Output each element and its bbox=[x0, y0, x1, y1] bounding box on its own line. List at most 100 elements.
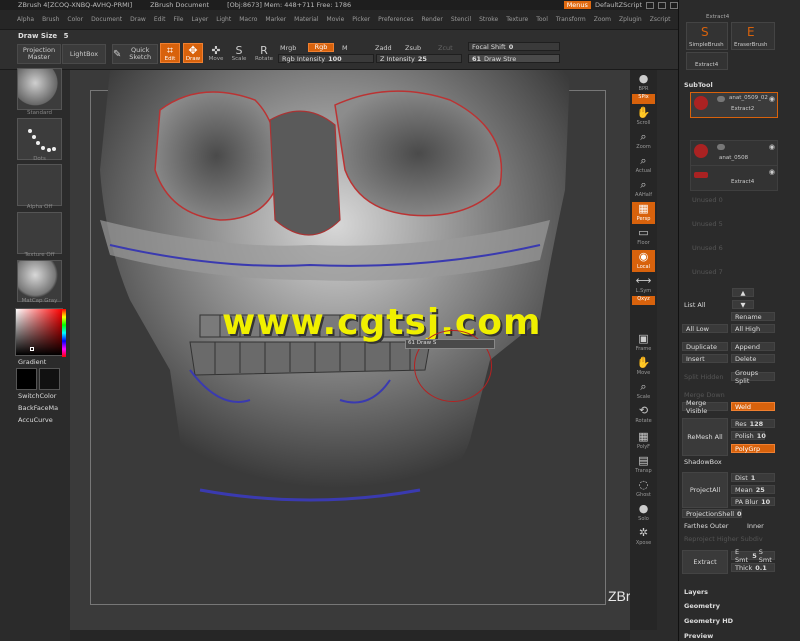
transp-button[interactable]: ▤ Transp bbox=[632, 454, 655, 476]
focal-shift-slider[interactable]: Focal Shift 0 bbox=[468, 42, 560, 51]
menu-layer[interactable]: Layer bbox=[192, 16, 209, 23]
menu-picker[interactable]: Picker bbox=[352, 16, 370, 23]
persp-button[interactable]: ▦ Persp bbox=[632, 202, 655, 224]
polish-slider[interactable]: Polish 10 bbox=[731, 431, 766, 440]
menu-render[interactable]: Render bbox=[421, 16, 442, 23]
menu-zscript[interactable]: Zscript bbox=[650, 16, 671, 23]
res-slider[interactable]: Res 128 bbox=[731, 419, 775, 428]
move-mode-button[interactable]: ✜ Move bbox=[206, 43, 226, 63]
layers-panel-header[interactable]: Layers bbox=[684, 588, 708, 596]
accucurve-button[interactable]: AccuCurve bbox=[18, 416, 53, 424]
menu-alpha[interactable]: Alpha bbox=[17, 16, 34, 23]
duplicate-button[interactable]: Duplicate bbox=[682, 342, 728, 351]
menu-draw[interactable]: Draw bbox=[130, 16, 146, 23]
farthest-outer-button[interactable]: Farthes Outer bbox=[684, 522, 728, 530]
xyz-button[interactable]: Qxyz bbox=[632, 296, 655, 305]
subtool-item[interactable]: anat_0509_02 Extract2 ◉ bbox=[690, 92, 778, 118]
aahalf-button[interactable]: ⌕ AAHalf bbox=[632, 178, 655, 200]
menu-texture[interactable]: Texture bbox=[506, 16, 528, 23]
scale-view-button[interactable]: ⌕ Scale bbox=[632, 380, 655, 402]
stroke-selector[interactable] bbox=[17, 118, 62, 160]
eraserbrush-thumb[interactable]: E EraserBrush bbox=[731, 22, 775, 50]
material-selector[interactable] bbox=[17, 260, 62, 302]
projectionshell-slider[interactable]: ProjectionShell 0 bbox=[682, 509, 742, 518]
bpr-button[interactable]: ● BPR bbox=[632, 72, 655, 94]
draw-mode-button[interactable]: ✥ Draw bbox=[183, 43, 203, 63]
extract4-thumb[interactable]: Extract4 bbox=[686, 52, 728, 70]
extract-button[interactable]: Extract bbox=[682, 550, 728, 574]
preview-panel-header[interactable]: Preview bbox=[684, 632, 713, 640]
geometry-hd-panel-header[interactable]: Geometry HD bbox=[684, 617, 733, 625]
backface-mask-button[interactable]: BackFaceMa bbox=[18, 404, 58, 412]
subtool-toggle[interactable] bbox=[717, 96, 725, 102]
maximize-button[interactable] bbox=[658, 1, 666, 9]
pa-blur-slider[interactable]: PA Blur 10 bbox=[731, 497, 775, 506]
bottom-tray-toggle[interactable] bbox=[70, 630, 630, 641]
mean-slider[interactable]: Mean 25 bbox=[731, 485, 775, 494]
gradient-label[interactable]: Gradient bbox=[18, 358, 46, 366]
brush-selector[interactable] bbox=[17, 68, 62, 110]
rgb-button[interactable]: Rgb bbox=[308, 43, 334, 52]
eye-icon[interactable]: ◉ bbox=[769, 95, 775, 103]
list-all-button[interactable]: List All bbox=[684, 301, 706, 309]
shadowbox-button[interactable]: ShadowBox bbox=[684, 458, 722, 466]
menu-zoom[interactable]: Zoom bbox=[594, 16, 611, 23]
xpose-button[interactable]: ✲ Xpose bbox=[632, 526, 655, 548]
eye-icon[interactable]: ◉ bbox=[769, 168, 775, 176]
weld-button[interactable]: Weld bbox=[731, 402, 775, 411]
secondary-color-swatch[interactable] bbox=[39, 368, 60, 390]
move-up-button[interactable]: ▲ bbox=[732, 288, 754, 297]
texture-selector[interactable] bbox=[17, 212, 62, 254]
lightbox-button[interactable]: LightBox bbox=[62, 44, 106, 64]
all-low-button[interactable]: All Low bbox=[682, 324, 728, 333]
menu-macro[interactable]: Macro bbox=[239, 16, 257, 23]
merge-visible-button[interactable]: Merge Visible bbox=[682, 399, 728, 415]
zadd-button[interactable]: Zadd bbox=[375, 44, 392, 52]
rotate-mode-button[interactable]: R Rotate bbox=[254, 43, 274, 63]
split-hidden-button[interactable]: Split Hidden bbox=[684, 373, 724, 381]
smooth-sliders[interactable]: E Smt 5 S Smt bbox=[731, 548, 775, 564]
draw-size-slider[interactable]: Draw Size 5 bbox=[18, 32, 68, 40]
remesh-all-button[interactable]: ReMesh All bbox=[682, 418, 728, 456]
subtool-toggle[interactable] bbox=[717, 144, 725, 150]
switchcolor-button[interactable]: SwitchColor bbox=[18, 392, 56, 400]
menu-tool[interactable]: Tool bbox=[536, 16, 548, 23]
menu-document[interactable]: Document bbox=[91, 16, 122, 23]
subtool-item[interactable]: Extract4 ◉ bbox=[690, 165, 778, 191]
menu-stencil[interactable]: Stencil bbox=[451, 16, 471, 23]
rotate-view-button[interactable]: ⟲ Rotate bbox=[632, 404, 655, 426]
rename-button[interactable]: Rename bbox=[731, 312, 775, 321]
frame-button[interactable]: ▣ Frame bbox=[632, 332, 655, 354]
menu-zplugin[interactable]: Zplugin bbox=[619, 16, 642, 23]
move-down-button[interactable]: ▼ bbox=[732, 300, 754, 309]
menu-brush[interactable]: Brush bbox=[42, 16, 59, 23]
scroll-button[interactable]: ✋ Scroll bbox=[632, 106, 655, 128]
hue-strip[interactable] bbox=[62, 309, 66, 357]
eye-icon[interactable]: ◉ bbox=[769, 143, 775, 151]
append-button[interactable]: Append bbox=[731, 342, 775, 351]
menu-file[interactable]: File bbox=[173, 16, 183, 23]
draw-strength-slider[interactable]: 61 Draw Stre bbox=[468, 54, 560, 63]
quick-sketch-button[interactable]: ✎ Quick Sketch bbox=[112, 44, 158, 64]
zsub-button[interactable]: Zsub bbox=[405, 44, 421, 52]
lsym-button[interactable]: ⟷ L.Sym bbox=[632, 274, 655, 296]
default-zscript-button[interactable]: DefaultZScript bbox=[595, 1, 642, 9]
subtool-item[interactable]: anat_0508 ◉ bbox=[690, 140, 778, 166]
all-high-button[interactable]: All High bbox=[731, 324, 775, 333]
actual-button[interactable]: ⌕ Actual bbox=[632, 154, 655, 176]
geometry-panel-header[interactable]: Geometry bbox=[684, 602, 720, 610]
rgb-intensity-slider[interactable]: Rgb Intensity 100 bbox=[278, 54, 374, 63]
groups-split-button[interactable]: Groups Split bbox=[731, 369, 775, 385]
ghost-button[interactable]: ◌ Ghost bbox=[632, 478, 655, 500]
delete-button[interactable]: Delete bbox=[731, 354, 775, 363]
menu-movie[interactable]: Movie bbox=[327, 16, 345, 23]
menu-marker[interactable]: Marker bbox=[265, 16, 286, 23]
local-button[interactable]: ◉ Local bbox=[632, 250, 655, 272]
document-canvas[interactable]: www.cgtsj.com 61 Draw S ZBrushWorkshops bbox=[70, 70, 630, 630]
inner-button[interactable]: Inner bbox=[747, 522, 764, 530]
minimize-button[interactable] bbox=[646, 1, 654, 9]
insert-button[interactable]: Insert bbox=[682, 354, 728, 363]
menu-preferences[interactable]: Preferences bbox=[378, 16, 413, 23]
edit-mode-button[interactable]: ⌗ Edit bbox=[160, 43, 180, 63]
simplebrush-thumb[interactable]: S SimpleBrush bbox=[686, 22, 728, 50]
